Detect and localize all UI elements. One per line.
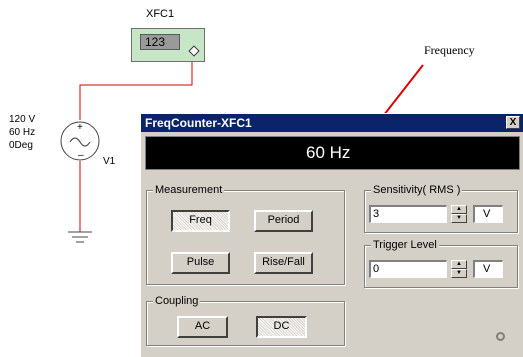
freq-counter-instrument[interactable]: 123 bbox=[131, 28, 205, 62]
spin-down-icon[interactable]: ▼ bbox=[451, 269, 467, 278]
source-frequency: 60 Hz bbox=[9, 127, 36, 138]
trigger-level-unit: V bbox=[483, 263, 491, 275]
wire-signal bbox=[79, 55, 193, 120]
sensitivity-group-title: Sensitivity( RMS ) bbox=[371, 184, 463, 196]
instrument-mini-display: 123 bbox=[140, 34, 180, 50]
svg-text:+: + bbox=[77, 122, 83, 133]
source-name-label: V1 bbox=[103, 156, 116, 167]
period-button[interactable]: Period bbox=[254, 210, 313, 232]
pulse-button[interactable]: Pulse bbox=[171, 252, 230, 274]
trigger-level-group-title: Trigger Level bbox=[371, 239, 439, 251]
frequency-annotation: Frequency bbox=[424, 43, 475, 57]
dc-button[interactable]: DC bbox=[256, 316, 307, 338]
freq-counter-window: FreqCounter-XFC1 X 60 Hz Measurement Fre… bbox=[140, 113, 523, 357]
sensitivity-input[interactable]: 3 bbox=[369, 205, 447, 223]
sensitivity-unit: V bbox=[483, 208, 491, 220]
source-phase: 0Deg bbox=[9, 140, 33, 151]
coupling-group-title: Coupling bbox=[153, 295, 201, 307]
trigger-level-unit-select[interactable]: V bbox=[473, 260, 503, 278]
spin-up-icon[interactable]: ▲ bbox=[451, 260, 467, 269]
instrument-terminal[interactable] bbox=[188, 45, 200, 57]
freq-button[interactable]: Freq bbox=[171, 210, 230, 232]
trigger-level-spinner[interactable]: ▲ ▼ bbox=[451, 260, 467, 278]
ground-icon bbox=[68, 231, 92, 243]
measurement-group-title: Measurement bbox=[153, 184, 225, 196]
close-button[interactable]: X bbox=[506, 116, 520, 129]
svg-text:–: – bbox=[78, 150, 84, 161]
sensitivity-unit-select[interactable]: V bbox=[473, 205, 503, 223]
sensitivity-spinner[interactable]: ▲ ▼ bbox=[451, 205, 467, 223]
spin-up-icon[interactable]: ▲ bbox=[451, 205, 467, 214]
sensitivity-group: Sensitivity( RMS ) 3 ▲ ▼ V bbox=[364, 184, 518, 233]
spin-down-icon[interactable]: ▼ bbox=[451, 214, 467, 223]
instrument-name-label: XFC1 bbox=[146, 8, 175, 20]
source-amplitude: 120 V bbox=[9, 114, 36, 125]
settings-knob-icon[interactable] bbox=[496, 332, 505, 341]
ac-source-symbol[interactable]: + – bbox=[60, 121, 100, 161]
source-parameters: 120 V 60 Hz 0Deg bbox=[9, 113, 35, 152]
trigger-level-group: Trigger Level 0 ▲ ▼ V bbox=[364, 239, 518, 288]
measurement-group: Measurement Freq Period Pulse Rise/Fall bbox=[146, 184, 345, 285]
window-title: FreqCounter-XFC1 bbox=[145, 116, 252, 130]
display-value: 60 Hz bbox=[306, 143, 351, 162]
coupling-group: Coupling AC DC bbox=[146, 295, 345, 346]
window-titlebar[interactable]: FreqCounter-XFC1 X bbox=[141, 114, 523, 132]
ac-button[interactable]: AC bbox=[177, 316, 228, 338]
trigger-level-input[interactable]: 0 bbox=[369, 260, 447, 278]
frequency-display: 60 Hz bbox=[145, 136, 520, 170]
rise-fall-button[interactable]: Rise/Fall bbox=[254, 252, 313, 274]
